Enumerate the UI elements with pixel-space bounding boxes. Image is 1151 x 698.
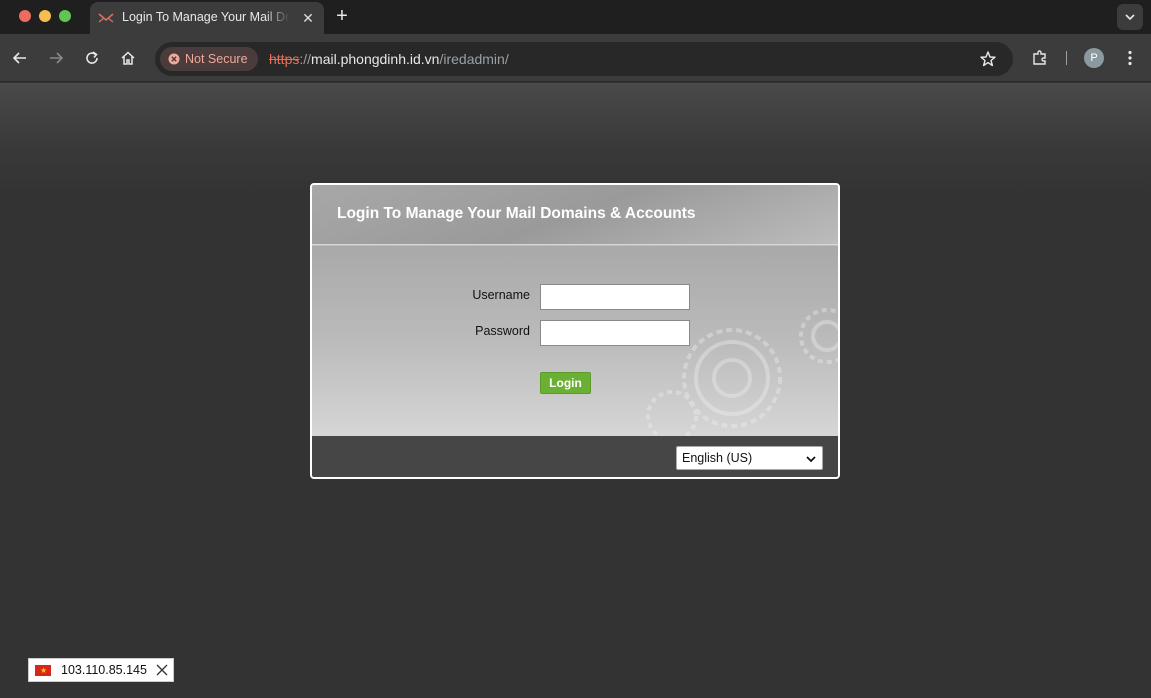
ip-address: 103.110.85.145: [61, 663, 147, 677]
login-header: Login To Manage Your Mail Domains & Acco…: [312, 185, 838, 245]
username-field[interactable]: [540, 284, 690, 310]
vietnam-flag-icon: ★: [35, 665, 51, 676]
toolbar-divider: [1066, 51, 1067, 65]
back-icon[interactable]: [8, 46, 32, 70]
profile-avatar[interactable]: P: [1084, 48, 1104, 68]
browser-toolbar: Not Secure https://mail.phongdinh.id.vn/…: [0, 34, 1151, 82]
window-titlebar: Login To Manage Your Mail Domains & Acco…: [0, 0, 1151, 34]
password-field[interactable]: [540, 320, 690, 346]
plus-icon[interactable]: +: [332, 6, 352, 26]
language-select[interactable]: English (US): [676, 446, 823, 470]
close-window-button[interactable]: [19, 10, 31, 22]
mail-favicon-icon: [98, 13, 114, 23]
not-secure-badge[interactable]: Not Secure: [160, 47, 258, 71]
chevron-down-icon: [1125, 14, 1135, 21]
not-secure-label: Not Secure: [185, 52, 248, 66]
home-icon[interactable]: [116, 46, 140, 70]
tab-title: Login To Manage Your Mail Domains & Acco…: [122, 10, 290, 24]
extensions-icon[interactable]: [1028, 46, 1052, 70]
login-panel: Login To Manage Your Mail Domains & Acco…: [310, 183, 840, 479]
page-content: Login To Manage Your Mail Domains & Acco…: [0, 83, 1151, 698]
login-button[interactable]: Login: [540, 372, 591, 394]
login-footer: English (US): [312, 436, 838, 477]
close-icon[interactable]: [156, 664, 168, 676]
url-path: /iredadmin/: [439, 51, 509, 67]
tab-search-button[interactable]: [1117, 4, 1143, 30]
page-title: Login To Manage Your Mail Domains & Acco…: [337, 205, 696, 222]
url-host: mail.phongdinh.id.vn: [311, 51, 440, 67]
address-bar[interactable]: Not Secure https://mail.phongdinh.id.vn/…: [155, 42, 1013, 76]
menu-icon[interactable]: [1118, 46, 1142, 70]
maximize-window-button[interactable]: [59, 10, 71, 22]
browser-tab-active[interactable]: Login To Manage Your Mail Domains & Acco…: [90, 2, 324, 34]
forward-icon[interactable]: [44, 46, 68, 70]
close-icon[interactable]: ✕: [300, 10, 316, 26]
chevron-down-icon: [806, 456, 816, 463]
minimize-window-button[interactable]: [39, 10, 51, 22]
reload-icon[interactable]: [80, 46, 104, 70]
username-label: Username: [472, 288, 530, 302]
star-icon[interactable]: [979, 50, 997, 68]
url-text[interactable]: https://mail.phongdinh.id.vn/iredadmin/: [269, 51, 509, 67]
password-label: Password: [475, 324, 530, 338]
login-form: Username Password Login: [312, 246, 838, 436]
url-scheme: https: [269, 51, 300, 67]
language-selected: English (US): [682, 451, 753, 465]
warning-icon: [168, 53, 180, 65]
ip-location-chip: ★ 103.110.85.145: [28, 658, 174, 682]
url-separator: ://: [299, 51, 312, 67]
